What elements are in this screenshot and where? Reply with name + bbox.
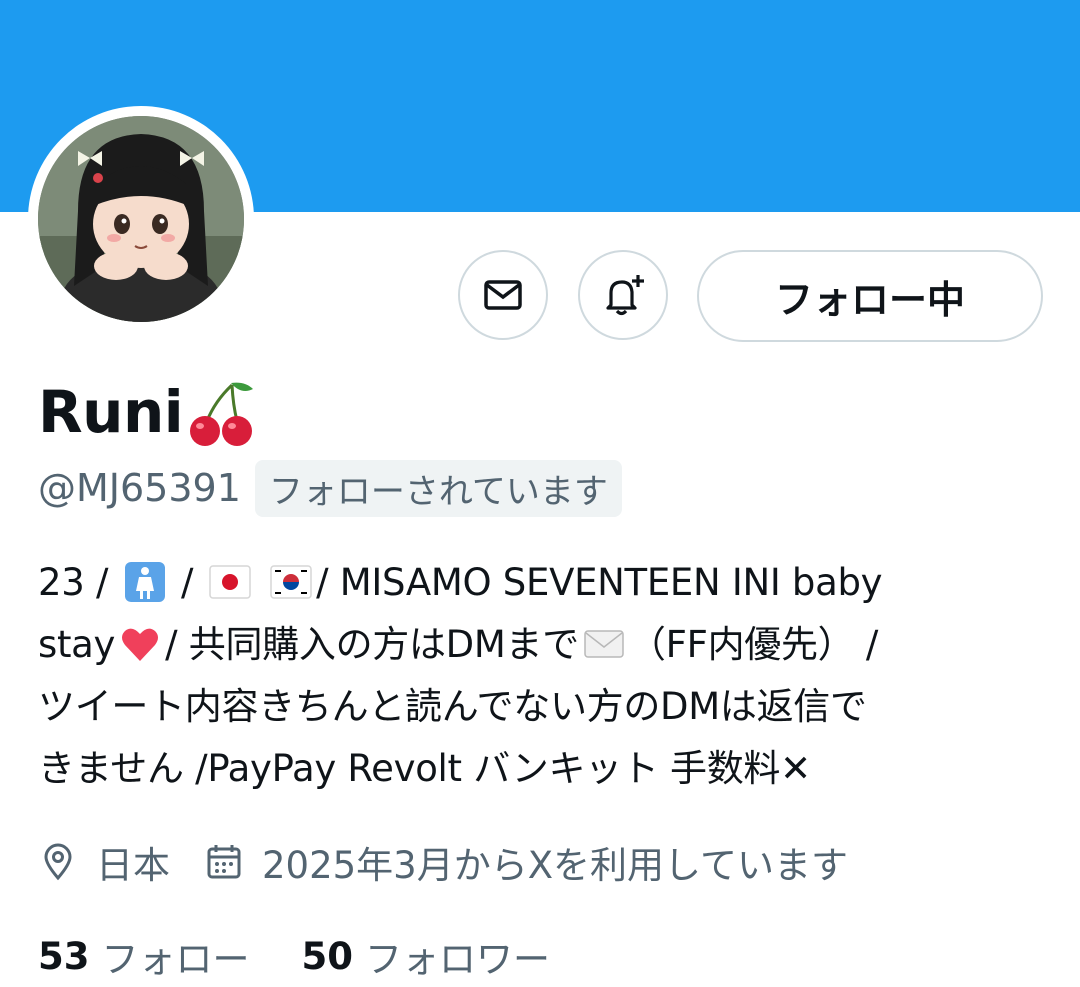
joined-text: 2025年3月からXを利用しています (262, 844, 848, 887)
profile-page: フォロー中 Runi @MJ65391 フォローされています 23 / / / … (0, 0, 1080, 987)
display-name: Runi (38, 378, 184, 446)
following-button[interactable]: フォロー中 (697, 250, 1043, 342)
follows-you-badge: フォローされています (254, 459, 622, 517)
korea-flag-icon (270, 565, 312, 599)
mail-icon (484, 280, 522, 310)
profile-meta: 日本 2025年3月からXを利用しています (38, 832, 848, 892)
heart-icon (122, 628, 159, 661)
bio: 23 / / / MISAMO SEVENTEEN INI baby stay … (38, 552, 1048, 800)
avatar[interactable] (38, 116, 244, 322)
follow-stats: 53 フォロー 50 フォロワー (38, 926, 550, 986)
avatar-illustration (38, 116, 244, 322)
followers-label: フォロワー (365, 938, 550, 981)
handle-row: @MJ65391 フォローされています (38, 459, 622, 517)
avatar-ring (28, 106, 254, 332)
following-link[interactable]: 53 フォロー (38, 929, 250, 983)
bio-line-3: ツイート内容きちんと読んでない方のDMは返信で (38, 685, 867, 728)
followers-link[interactable]: 50 フォロワー (302, 929, 551, 983)
bio-text: stay (38, 623, 116, 666)
message-button[interactable] (458, 250, 548, 340)
envelope-icon (584, 630, 624, 658)
bio-text: / (181, 561, 194, 604)
bio-line-1: 23 / / / MISAMO SEVENTEEN INI baby (38, 552, 1048, 614)
followers-count: 50 (301, 934, 354, 978)
cherry-icon (190, 382, 254, 446)
bio-text: 23 / (38, 561, 109, 604)
joined-date: 2025年3月からXを利用しています (204, 835, 848, 889)
japan-flag-icon (208, 565, 251, 599)
bio-line-4: きません /PayPay Revolt バンキット 手数料✕ (38, 747, 811, 790)
following-button-label: フォロー中 (774, 277, 965, 322)
bio-line-2: stay / 共同購入の方はDMまで （FF内優先） / (38, 614, 1048, 676)
profile-name-row: Runi (38, 372, 259, 452)
bio-text: （FF内優先） / (628, 623, 878, 666)
handle: @MJ65391 (38, 466, 241, 510)
calendar-icon (207, 845, 241, 879)
location-text: 日本 (96, 844, 170, 887)
notify-button[interactable] (578, 250, 668, 340)
bio-text: / 共同購入の方はDMまで (165, 623, 579, 666)
location: 日本 (38, 835, 170, 889)
following-count: 53 (38, 934, 90, 978)
womens-room-icon (124, 562, 165, 602)
following-label: フォロー (101, 938, 250, 981)
bell-plus-icon (606, 275, 644, 316)
location-pin-icon (44, 843, 72, 881)
bio-text: / MISAMO SEVENTEEN INI baby (316, 561, 883, 604)
